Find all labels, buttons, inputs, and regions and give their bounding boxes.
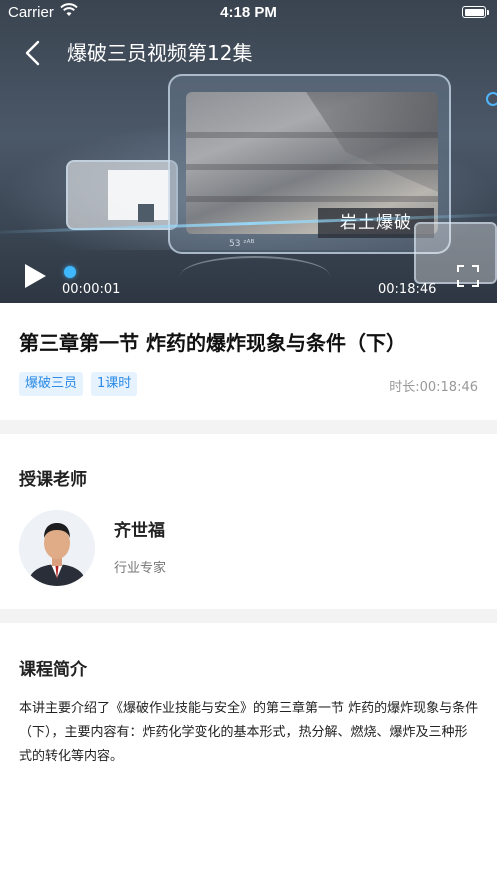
tag-category: 爆破三员 [19, 372, 84, 396]
status-bar: Carrier 4:18 PM [0, 0, 497, 24]
current-time: 00:00:01 [62, 282, 121, 297]
teacher-photo [19, 510, 95, 586]
teacher-name: 齐世福 [114, 521, 165, 541]
tag-lesson-count: 1课时 [91, 372, 138, 396]
teacher-section-heading: 授课老师 [19, 470, 87, 490]
video-scene-ring-icon [486, 92, 497, 106]
fullscreen-icon [457, 265, 479, 287]
progress-bar[interactable] [76, 271, 436, 273]
fullscreen-button[interactable] [456, 264, 480, 288]
battery-cap [487, 10, 489, 15]
lesson-duration: 时长:00:18:46 [389, 380, 478, 395]
chevron-left-icon [25, 40, 40, 66]
section-divider [0, 609, 497, 623]
total-time: 00:18:46 [378, 282, 437, 297]
video-title: 爆破三员视频第12集 [67, 41, 253, 65]
video-scene-book [180, 256, 330, 296]
play-button[interactable] [22, 262, 48, 290]
play-icon [25, 264, 46, 288]
course-intro-text: 本讲主要介绍了《爆破作业技能与安全》的第三章第一节 炸药的爆炸现象与条件（下），… [19, 701, 479, 764]
back-button[interactable] [18, 38, 48, 68]
avatar[interactable] [19, 510, 95, 586]
video-overlay-micro-label: 53 ᶻᴬᴮ [229, 239, 255, 249]
intro-section-heading: 课程简介 [19, 660, 87, 680]
lesson-title: 第三章第一节 炸药的爆炸现象与条件（下） [19, 331, 406, 355]
teacher-role: 行业专家 [114, 561, 167, 576]
battery-icon [462, 6, 486, 18]
progress-knob[interactable] [64, 266, 76, 278]
section-divider [0, 420, 497, 434]
video-player[interactable]: 岩土爆破 53 ᶻᴬᴮ Carrier 4:18 PM 爆破三员视频第12集 0… [0, 0, 497, 303]
status-time: 4:18 PM [220, 4, 277, 21]
video-scene-left-panel [66, 160, 178, 230]
